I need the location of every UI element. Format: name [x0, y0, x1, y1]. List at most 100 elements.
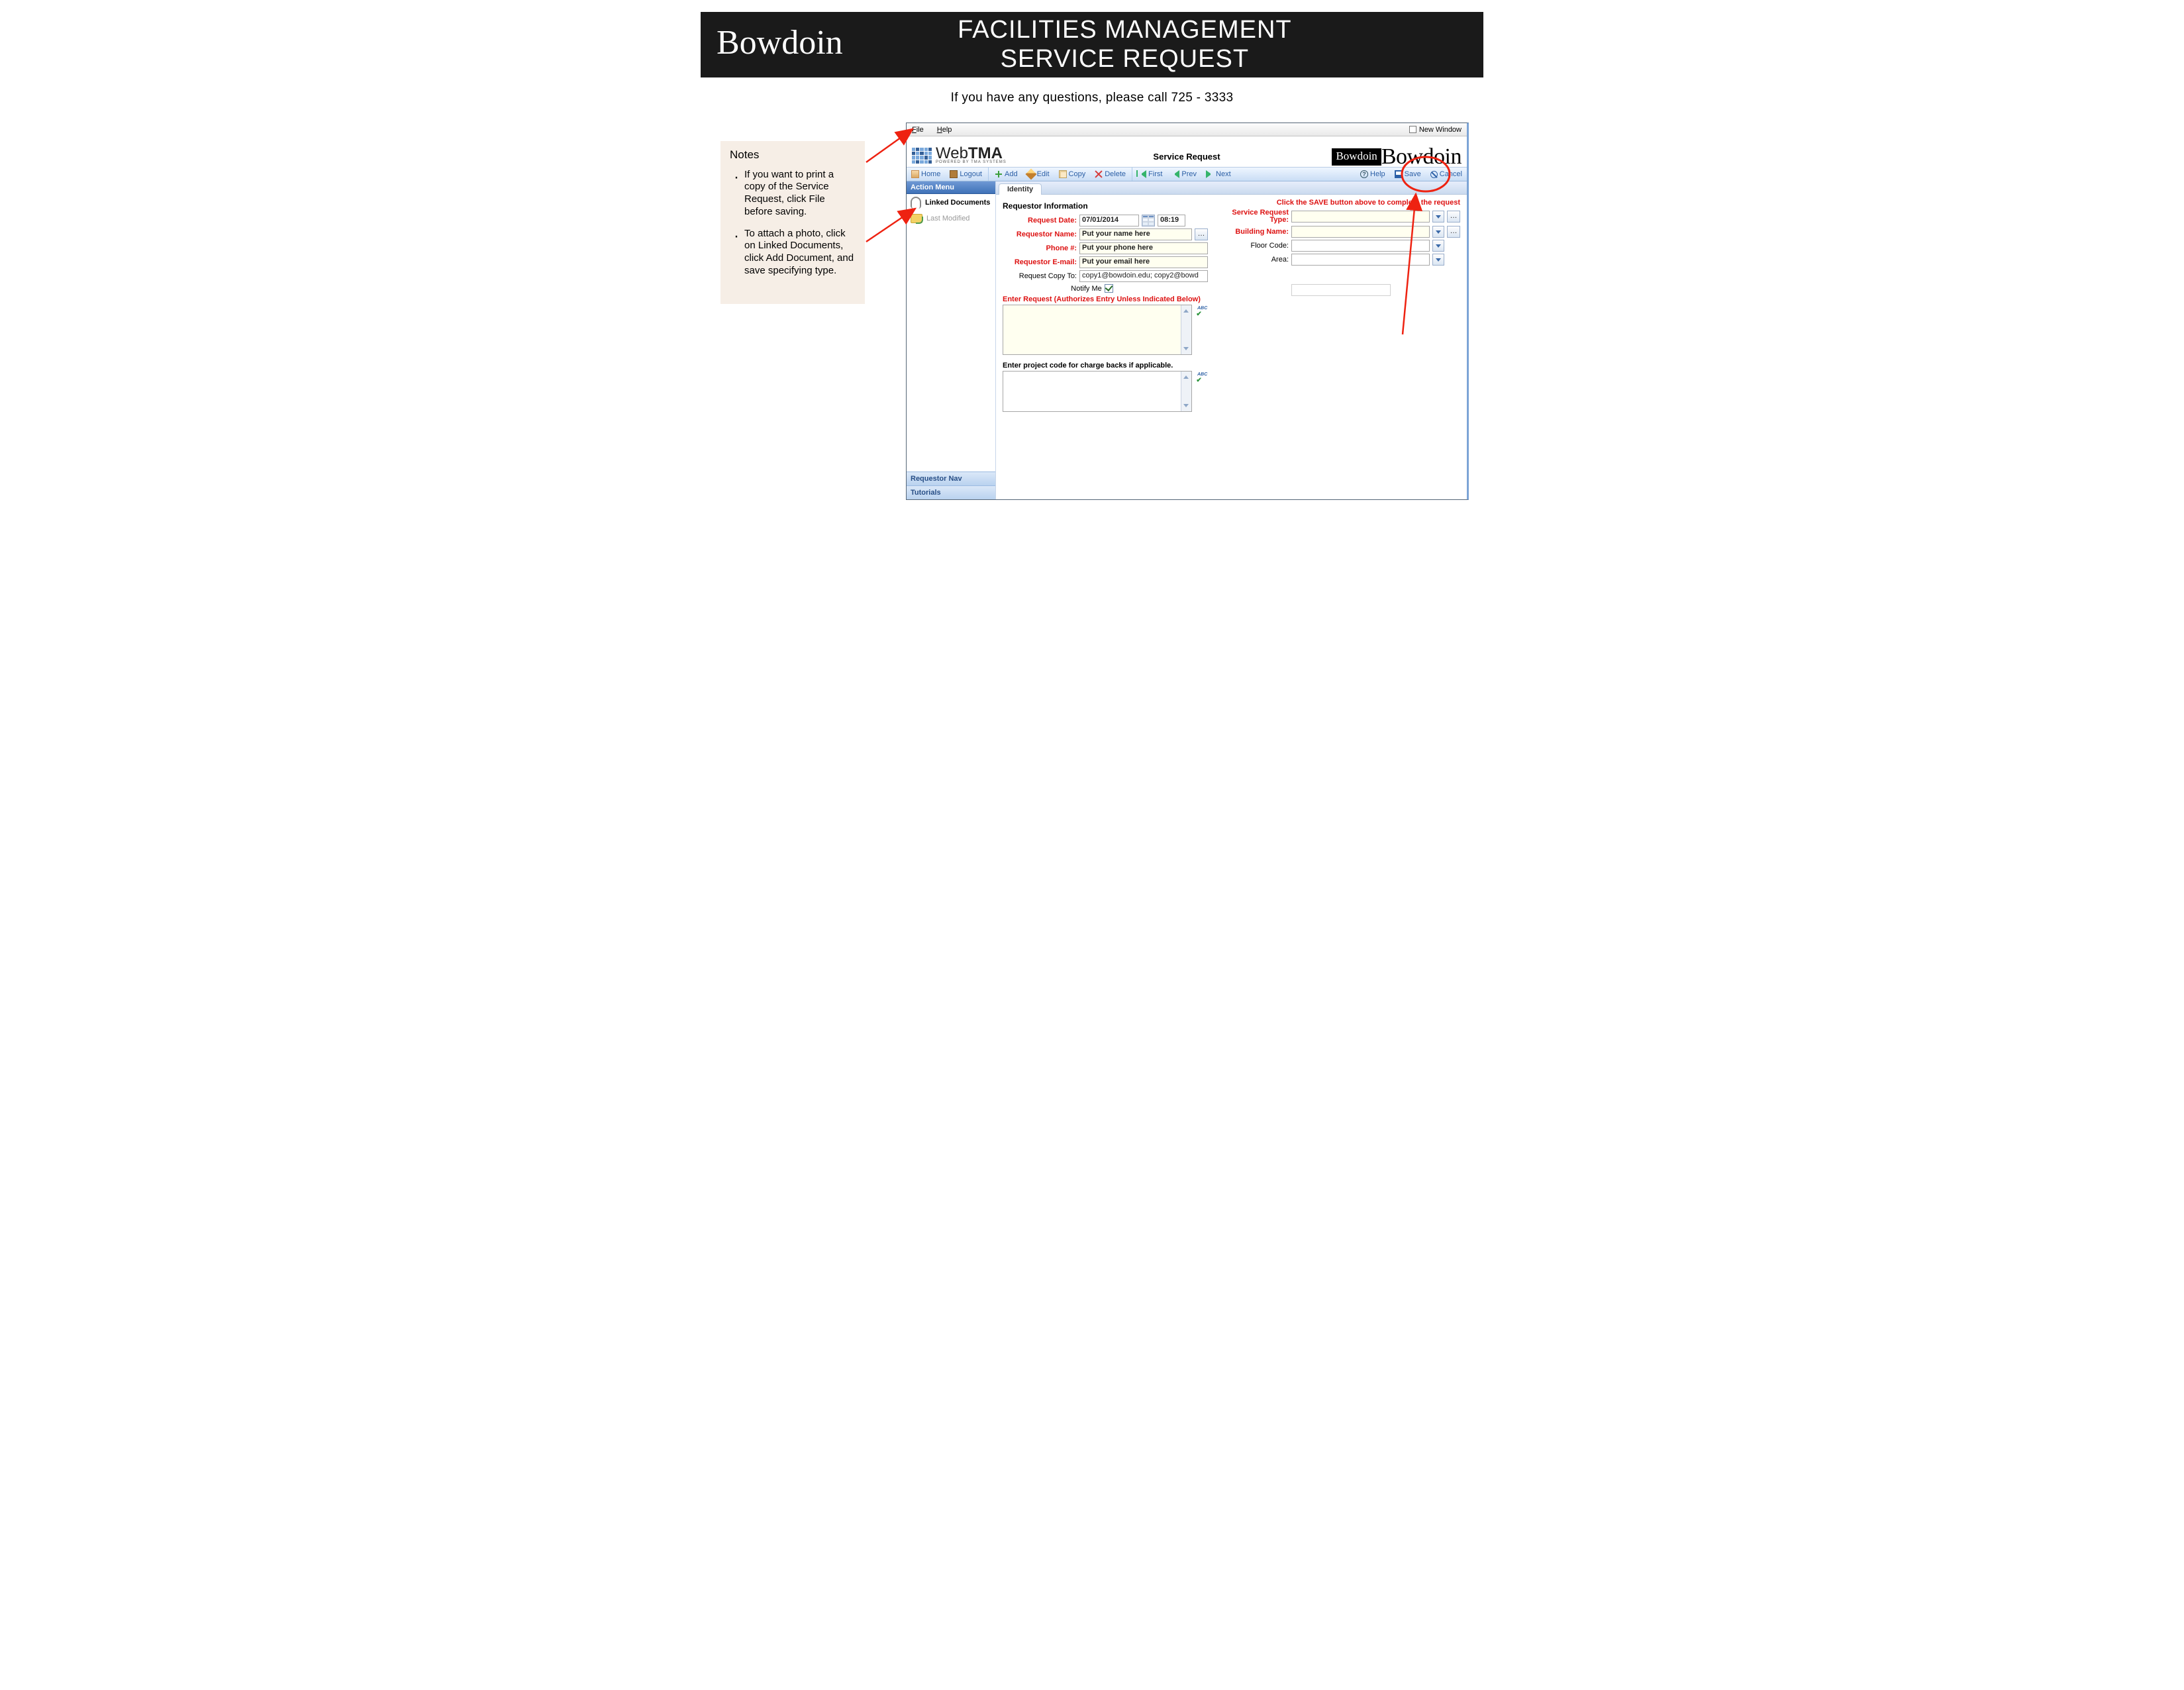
cancel-button[interactable]: Cancel: [1426, 168, 1467, 181]
request-date-input[interactable]: 07/01/2014: [1079, 215, 1139, 226]
sidebar: Action Menu Linked Documents Last Modifi…: [907, 181, 996, 499]
calendar-button[interactable]: [1142, 215, 1155, 226]
sidebar-item-last-modified[interactable]: Last Modified: [907, 211, 995, 226]
menu-help[interactable]: Help: [937, 126, 952, 134]
brand-row: WebTMA POWERED BY TMA SYSTEMS Service Re…: [907, 136, 1467, 167]
notify-me-checkbox[interactable]: [1105, 284, 1113, 293]
spellcheck-icon[interactable]: ABC: [1197, 306, 1207, 311]
label-request-date: Request Date:: [1003, 217, 1077, 224]
label-email: Requestor E-mail:: [1003, 258, 1077, 266]
toolbar: Home Logout Add Edit Copy Delete First P…: [907, 167, 1467, 181]
request-time-input[interactable]: 08:19: [1158, 215, 1185, 226]
help-button[interactable]: ?Help: [1356, 168, 1390, 181]
save-warning: Click the SAVE button above to complete …: [1217, 199, 1460, 207]
prev-icon: [1171, 170, 1179, 178]
header-banner: Bowdoin FACILITIES MANAGEMENT SERVICE RE…: [701, 12, 1483, 77]
copy-icon: [1059, 170, 1067, 178]
name-lookup-button[interactable]: …: [1195, 228, 1208, 240]
save-button[interactable]: Save: [1390, 168, 1426, 181]
copy-button[interactable]: Copy: [1054, 168, 1091, 181]
delete-button[interactable]: Delete: [1090, 168, 1130, 181]
menu-file[interactable]: File: [912, 126, 924, 134]
notes-item: To attach a photo, click on Linked Docum…: [730, 228, 856, 277]
service-type-dropdown[interactable]: [1432, 211, 1444, 223]
logout-button[interactable]: Logout: [945, 168, 987, 181]
home-icon: [911, 170, 919, 178]
notes-item: If you want to print a copy of the Servi…: [730, 169, 856, 219]
service-type-input[interactable]: [1291, 211, 1430, 223]
project-code-header: Enter project code for charge backs if a…: [1003, 362, 1208, 370]
area-dropdown[interactable]: [1432, 254, 1444, 266]
main-panel: Identity Requestor Information Request D…: [996, 181, 1467, 499]
section-requestor-info: Requestor Information: [1003, 201, 1208, 211]
sidebar-item-label: Linked Documents: [925, 199, 990, 207]
building-dropdown[interactable]: [1432, 226, 1444, 238]
banner-line1: FACILITIES MANAGEMENT: [859, 16, 1391, 45]
delete-icon: [1095, 170, 1103, 178]
blank-field: [1291, 284, 1391, 296]
service-type-lookup[interactable]: …: [1447, 211, 1460, 223]
sidebar-action-menu-header: Action Menu: [907, 181, 995, 194]
scrollbar[interactable]: [1181, 305, 1191, 354]
next-button[interactable]: Next: [1201, 168, 1236, 181]
page-title: Service Request: [1153, 152, 1220, 162]
add-button[interactable]: Add: [990, 168, 1022, 181]
new-window-checkbox[interactable]: [1409, 126, 1416, 133]
add-icon: [995, 170, 1003, 178]
building-input[interactable]: [1291, 226, 1430, 238]
bowdoin-big-logo: Bowdoin: [1381, 148, 1462, 166]
label-area: Area:: [1217, 256, 1289, 264]
contact-note: If you have any questions, please call 7…: [690, 91, 1494, 105]
label-notify-me: Notify Me: [1071, 285, 1101, 293]
bowdoin-small-logo: Bowdoin: [1332, 148, 1381, 166]
banner-line2: SERVICE REQUEST: [859, 45, 1391, 74]
sidebar-tutorials[interactable]: Tutorials: [907, 485, 995, 499]
spellcheck-icon[interactable]: ABC: [1197, 372, 1207, 377]
prev-button[interactable]: Prev: [1167, 168, 1201, 181]
folder-icon: [911, 214, 922, 223]
notes-heading: Notes: [730, 148, 856, 162]
logout-icon: [950, 170, 958, 178]
menubar: File Help New Window: [907, 123, 1467, 136]
first-icon: [1138, 170, 1146, 178]
label-service-type: Service Request Type:: [1217, 209, 1289, 224]
label-floor: Floor Code:: [1217, 242, 1289, 250]
webtma-grid-icon: [912, 148, 932, 164]
webtma-window: File Help New Window WebTMA POWERED BY T…: [906, 123, 1469, 500]
sidebar-item-label: Last Modified: [926, 215, 969, 223]
floor-input[interactable]: [1291, 240, 1430, 252]
request-textarea[interactable]: [1003, 305, 1192, 355]
copy-to-input[interactable]: copy1@bowdoin.edu; copy2@bowd: [1079, 270, 1208, 282]
bowdoin-logo: Bowdoin: [714, 23, 859, 66]
edit-button[interactable]: Edit: [1022, 168, 1054, 181]
save-icon: [1395, 170, 1403, 178]
tabstrip: Identity: [996, 181, 1467, 195]
notes-panel: Notes If you want to print a copy of the…: [720, 141, 865, 303]
home-button[interactable]: Home: [907, 168, 945, 181]
sidebar-requestor-nav[interactable]: Requestor Nav: [907, 472, 995, 485]
webtma-logo: WebTMA POWERED BY TMA SYSTEMS: [911, 146, 1007, 167]
floor-dropdown[interactable]: [1432, 240, 1444, 252]
cancel-icon: [1430, 171, 1438, 178]
edit-icon: [1025, 169, 1036, 180]
tab-identity[interactable]: Identity: [999, 183, 1042, 195]
email-input[interactable]: Put your email here: [1079, 256, 1208, 268]
requestor-name-input[interactable]: Put your name here: [1079, 228, 1192, 240]
label-phone: Phone #:: [1003, 244, 1077, 252]
paperclip-icon: [911, 197, 921, 209]
help-icon: ?: [1360, 170, 1368, 178]
next-icon: [1206, 170, 1214, 178]
new-window-label: New Window: [1419, 126, 1462, 134]
sidebar-item-linked-documents[interactable]: Linked Documents: [907, 194, 995, 211]
building-lookup[interactable]: …: [1447, 226, 1460, 238]
label-copy-to: Request Copy To:: [1003, 272, 1077, 280]
area-input[interactable]: [1291, 254, 1430, 266]
label-building: Building Name:: [1217, 228, 1289, 236]
scrollbar[interactable]: [1181, 372, 1191, 411]
entry-header: Enter Request (Authorizes Entry Unless I…: [1003, 295, 1208, 303]
webtma-tagline: POWERED BY TMA SYSTEMS: [936, 161, 1007, 164]
label-requestor-name: Requestor Name:: [1003, 230, 1077, 238]
project-code-textarea[interactable]: [1003, 371, 1192, 412]
first-button[interactable]: First: [1134, 168, 1167, 181]
phone-input[interactable]: Put your phone here: [1079, 242, 1208, 254]
